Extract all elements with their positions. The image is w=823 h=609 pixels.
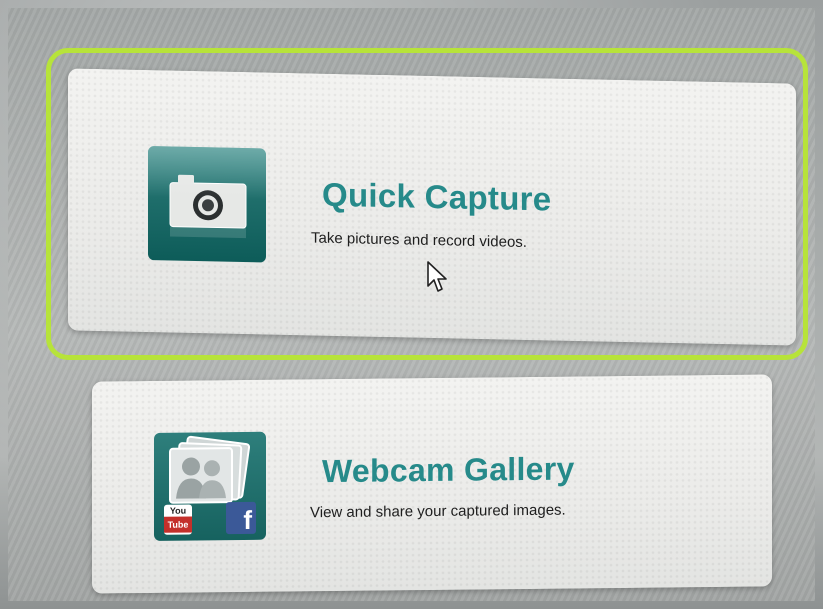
webcam-gallery-card[interactable]: You Tube f Webcam Gallery View and share… xyxy=(92,374,772,594)
youtube-icon: You Tube xyxy=(164,504,192,535)
webcam-gallery-description: View and share your captured images. xyxy=(310,501,566,522)
facebook-icon: f xyxy=(226,501,256,535)
quick-capture-title: Quick Capture xyxy=(322,175,552,218)
quick-capture-card[interactable]: Quick Capture Take pictures and record v… xyxy=(68,68,796,346)
webcam-gallery-title: Webcam Gallery xyxy=(322,450,575,490)
app-screen: Quick Capture Take pictures and record v… xyxy=(8,8,815,601)
camera-icon xyxy=(148,146,266,263)
photo-gallery-icon: You Tube f xyxy=(154,431,266,541)
mouse-pointer-icon xyxy=(427,261,447,292)
quick-capture-description: Take pictures and record videos. xyxy=(311,229,527,251)
